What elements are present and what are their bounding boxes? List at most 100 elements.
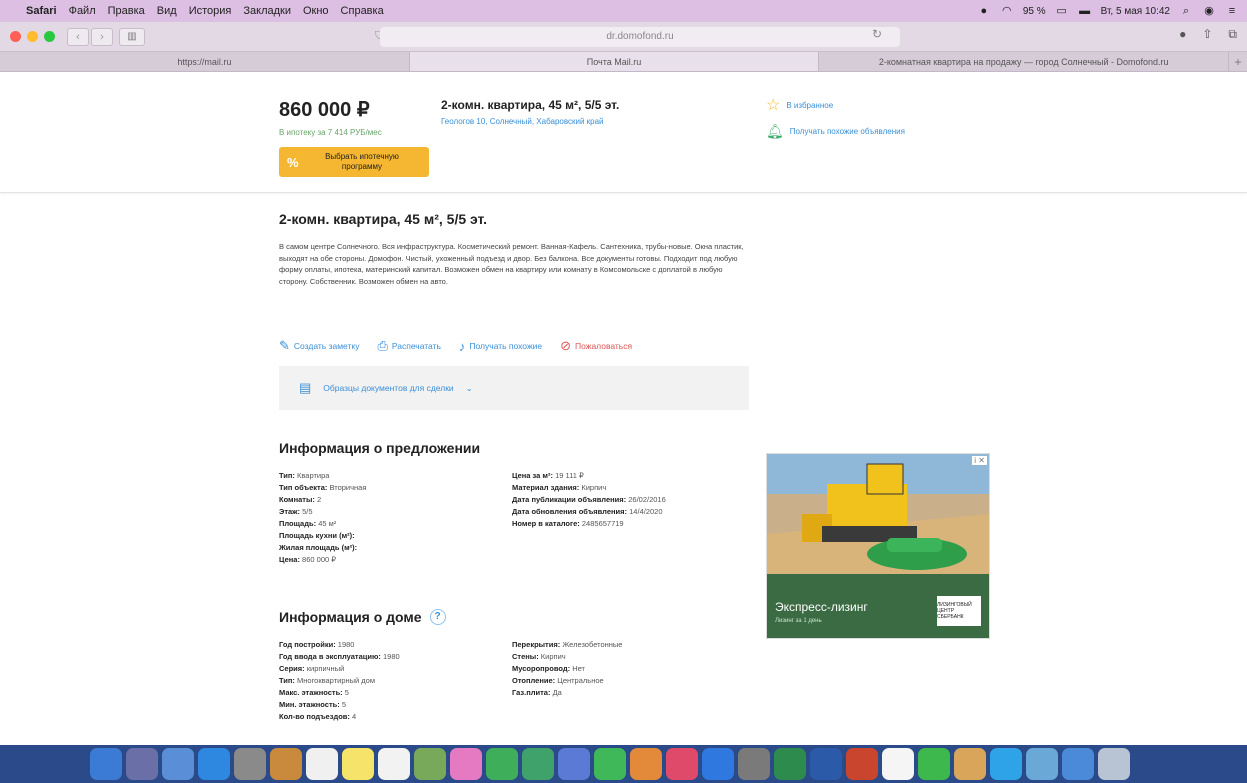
skype-icon[interactable] bbox=[990, 748, 1022, 780]
ad-logo: ЛИЗИНГОВЫЙ ЦЕНТР СБЕРБАНК bbox=[937, 596, 981, 626]
calendar-icon[interactable] bbox=[306, 748, 338, 780]
reminders-icon[interactable] bbox=[378, 748, 410, 780]
new-tab-icon[interactable]: + bbox=[1229, 52, 1247, 71]
percent-icon: % bbox=[287, 154, 299, 170]
app-icon[interactable] bbox=[954, 748, 986, 780]
photo-app-icon[interactable] bbox=[234, 748, 266, 780]
info-key: Жилая площадь (м²): bbox=[279, 543, 358, 552]
info-value: 19 111 ₽ bbox=[555, 471, 584, 480]
battery-icon[interactable]: ▭ bbox=[1055, 5, 1069, 17]
keynote-icon[interactable] bbox=[630, 748, 662, 780]
tab-mail-inbox[interactable]: Почта Mail.ru bbox=[409, 52, 820, 71]
reload-icon[interactable]: ↻ bbox=[872, 27, 882, 41]
chevron-down-icon: ⌄ bbox=[465, 382, 473, 393]
nav-buttons: ‹ › bbox=[67, 27, 113, 46]
menu-edit[interactable]: Правка bbox=[108, 5, 145, 17]
pages-icon[interactable] bbox=[558, 748, 590, 780]
info-key: Серия: bbox=[279, 664, 305, 673]
clock[interactable]: Вт, 5 мая 10:42 bbox=[1101, 6, 1170, 17]
app2-icon[interactable] bbox=[1026, 748, 1058, 780]
control-center-icon[interactable]: ≡ bbox=[1225, 5, 1239, 17]
downloads-folder-icon[interactable] bbox=[1062, 748, 1094, 780]
forward-icon[interactable]: › bbox=[91, 27, 113, 46]
facetime-icon[interactable] bbox=[522, 748, 554, 780]
get-similar-button[interactable]: ♪ Получать похожие bbox=[459, 338, 542, 354]
sidebar-icon[interactable]: ▥ bbox=[119, 27, 145, 46]
app-store-icon[interactable] bbox=[702, 748, 734, 780]
get-similar-link[interactable]: 🔔︎ Получать похожие объявления bbox=[766, 123, 905, 140]
share-icon[interactable]: ⇧ bbox=[1202, 27, 1212, 42]
extension-icon[interactable]: ● bbox=[1179, 27, 1186, 42]
tab-bar: https://mail.ru Почта Mail.ru 2-комнатна… bbox=[0, 52, 1247, 72]
mortgage-text[interactable]: В ипотеку за 7 414 РУБ/мес bbox=[279, 128, 382, 137]
info-row: Отопление: Центральное bbox=[512, 675, 622, 687]
menu-file[interactable]: Файл bbox=[69, 5, 96, 17]
maps-icon[interactable] bbox=[414, 748, 446, 780]
notes-icon[interactable] bbox=[342, 748, 374, 780]
print-button[interactable]: ⎙ Распечатать bbox=[377, 338, 440, 354]
word-icon[interactable] bbox=[810, 748, 842, 780]
minimize-window-icon[interactable] bbox=[27, 31, 38, 42]
zoom-window-icon[interactable] bbox=[44, 31, 55, 42]
ad-banner[interactable]: i ✕ Экспресс-лизинг Лизинг за 1 день ЛИЗ… bbox=[766, 453, 990, 639]
menu-history[interactable]: История bbox=[189, 5, 232, 17]
info-key: Дата обновления объявления: bbox=[512, 507, 628, 516]
info-key: Год ввода в эксплуатацию: bbox=[279, 652, 381, 661]
search-icon[interactable]: ⌕ bbox=[1179, 5, 1193, 17]
messages-icon[interactable] bbox=[486, 748, 518, 780]
tab-mail-ru[interactable]: https://mail.ru bbox=[0, 52, 410, 71]
favorites-link[interactable]: ☆ В избранное bbox=[766, 95, 833, 115]
wifi-icon[interactable]: ◠ bbox=[1000, 5, 1014, 17]
menu-bookmarks[interactable]: Закладки bbox=[243, 5, 291, 17]
info-key: Кол-во подъездов: bbox=[279, 712, 350, 721]
safari-icon[interactable] bbox=[198, 748, 230, 780]
address-bar[interactable]: dr.domofond.ru bbox=[380, 27, 900, 47]
close-window-icon[interactable] bbox=[10, 31, 21, 42]
ad-info-icon[interactable]: i ✕ bbox=[972, 456, 987, 465]
info-key: Этаж: bbox=[279, 507, 300, 516]
preview-icon[interactable] bbox=[882, 748, 914, 780]
header-address[interactable]: Геологов 10, Солнечный, Хабаровский край bbox=[441, 117, 604, 126]
warning-icon: ⊘ bbox=[560, 338, 572, 353]
info-row: Цена: 860 000 ₽ bbox=[279, 554, 366, 566]
tab-domofond[interactable]: 2-комнатная квартира на продажу — город … bbox=[819, 52, 1230, 71]
battery-percent[interactable]: 95 % bbox=[1023, 6, 1046, 17]
trash-icon[interactable] bbox=[1098, 748, 1130, 780]
excel-icon[interactable] bbox=[774, 748, 806, 780]
document-samples-dropdown[interactable]: ▤ Образцы документов для сделки ⌄ bbox=[279, 366, 749, 410]
launchpad-icon[interactable] bbox=[162, 748, 194, 780]
info-row: Тип: Квартира bbox=[279, 470, 366, 482]
record-icon[interactable]: ● bbox=[977, 5, 991, 17]
info-key: Номер в каталоге: bbox=[512, 519, 580, 528]
info-value: 2485657719 bbox=[581, 519, 624, 528]
back-icon[interactable]: ‹ bbox=[67, 27, 89, 46]
finder-icon[interactable] bbox=[90, 748, 122, 780]
flag-icon[interactable]: ▬ bbox=[1078, 5, 1092, 17]
photos-icon[interactable] bbox=[450, 748, 482, 780]
tabs-overview-icon[interactable]: ⧉ bbox=[1228, 27, 1237, 42]
get-similar-label: Получать похожие объявления bbox=[789, 127, 905, 136]
browser-toolbar: ‹ › ▥ ⛉ dr.domofond.ru ↻ ● ⇧ ⧉ bbox=[0, 22, 1247, 52]
star-icon: ☆ bbox=[766, 97, 781, 114]
info-value: 45 м² bbox=[318, 519, 337, 528]
menu-window[interactable]: Окно bbox=[303, 5, 329, 17]
whatsapp-icon[interactable] bbox=[918, 748, 950, 780]
numbers-icon[interactable] bbox=[594, 748, 626, 780]
complain-button[interactable]: ⊘ Пожаловаться bbox=[560, 338, 632, 354]
document-samples-label: Образцы документов для сделки bbox=[323, 383, 454, 393]
info-row: Тип: Многоквартирный дом bbox=[279, 675, 400, 687]
siri-icon[interactable]: ◉ bbox=[1202, 5, 1216, 17]
contacts-icon[interactable] bbox=[270, 748, 302, 780]
menu-help[interactable]: Справка bbox=[341, 5, 384, 17]
create-note-button[interactable]: ✎ Создать заметку bbox=[279, 338, 359, 354]
system-preferences-icon[interactable] bbox=[738, 748, 770, 780]
choose-mortgage-button[interactable]: % Выбрать ипотечную программу bbox=[279, 147, 429, 177]
info-value: 2 bbox=[316, 495, 322, 504]
info-row: Жилая площадь (м²): bbox=[279, 542, 366, 554]
menu-app[interactable]: Safari bbox=[26, 5, 57, 17]
help-icon[interactable]: ? bbox=[429, 609, 446, 625]
music-icon[interactable] bbox=[666, 748, 698, 780]
powerpoint-icon[interactable] bbox=[846, 748, 878, 780]
siri-app-icon[interactable] bbox=[126, 748, 158, 780]
menu-view[interactable]: Вид bbox=[157, 5, 177, 17]
